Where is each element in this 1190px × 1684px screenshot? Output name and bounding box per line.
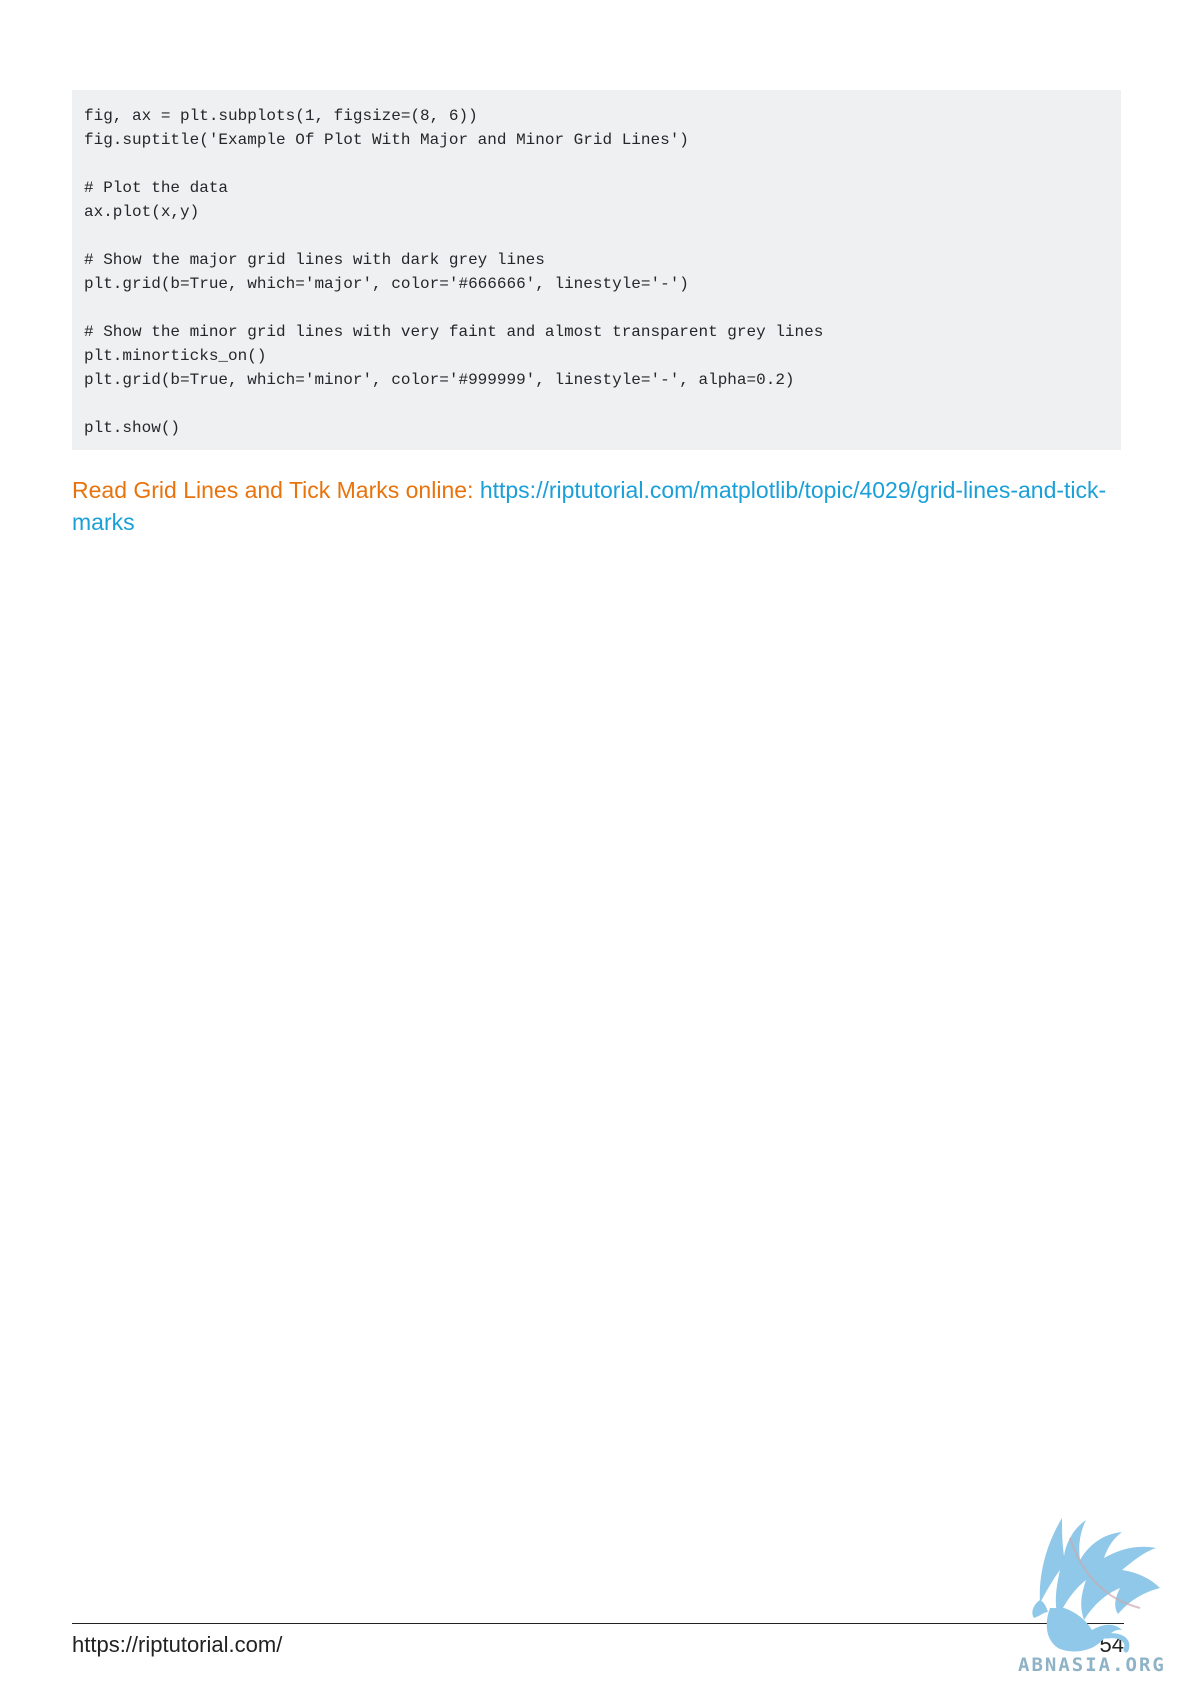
watermark-text: ABNASIA.ORG: [1018, 1654, 1166, 1676]
footer-url: https://riptutorial.com/: [72, 1632, 283, 1657]
read-online-label: Read Grid Lines and Tick Marks online:: [72, 477, 474, 503]
code-line: plt.minorticks_on(): [84, 347, 267, 365]
code-line: # Plot the data: [84, 179, 229, 197]
code-block: fig, ax = plt.subplots(1, figsize=(8, 6)…: [72, 90, 1121, 450]
code-line: # Show the minor grid lines with very fa…: [84, 323, 824, 341]
code-line: plt.grid(b=True, which='minor', color='#…: [84, 371, 795, 389]
footer-divider: [72, 1623, 1124, 1624]
code-line: fig, ax = plt.subplots(1, figsize=(8, 6)…: [84, 107, 478, 125]
read-online-paragraph: Read Grid Lines and Tick Marks online: h…: [72, 474, 1122, 538]
code-line: plt.show(): [84, 419, 181, 437]
watermark: ABNASIA.ORG: [1010, 1508, 1190, 1684]
griffin-logo-icon: [1032, 1518, 1160, 1653]
code-line: fig.suptitle('Example Of Plot With Major…: [84, 131, 689, 149]
code-line: # Show the major grid lines with dark gr…: [84, 251, 545, 269]
code-line: plt.grid(b=True, which='major', color='#…: [84, 275, 689, 293]
code-line: ax.plot(x,y): [84, 203, 200, 221]
